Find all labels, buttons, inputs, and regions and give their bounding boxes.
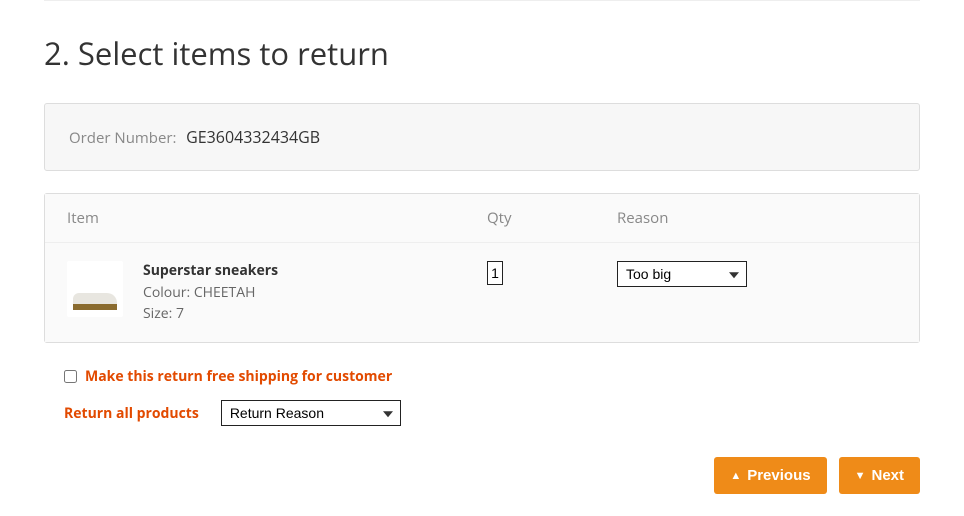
free-shipping-label: Make this return free shipping for custo… <box>85 367 392 386</box>
col-header-qty: Qty <box>487 208 617 228</box>
sneaker-icon <box>73 293 117 313</box>
table-row: Superstar sneakers Colour: CHEETAH Size:… <box>45 243 919 342</box>
controls-section: Make this return free shipping for custo… <box>44 361 920 446</box>
free-shipping-checkbox[interactable] <box>64 370 77 383</box>
previous-label: Previous <box>747 467 810 484</box>
reason-select[interactable]: Too big <box>617 261 747 287</box>
order-number-value: GE3604332434GB <box>186 126 320 148</box>
return-all-label: Return all products <box>64 404 199 423</box>
colour-label: Colour: <box>143 283 190 302</box>
size-label: Size: <box>143 304 172 323</box>
order-panel: Order Number: GE3604332434GB <box>44 103 920 171</box>
triangle-up-icon: ▲ <box>730 470 741 482</box>
triangle-down-icon: ▼ <box>855 470 866 482</box>
table-header: Item Qty Reason <box>45 194 919 243</box>
col-header-item: Item <box>67 208 487 228</box>
product-name: Superstar sneakers <box>143 261 487 280</box>
next-button[interactable]: ▼ Next <box>839 457 920 494</box>
step-title: 2. Select items to return <box>44 33 920 75</box>
qty-input[interactable] <box>487 261 503 285</box>
col-header-reason: Reason <box>617 208 897 228</box>
items-table: Item Qty Reason Superstar sneakers Colou… <box>44 193 920 343</box>
product-thumbnail <box>67 261 123 317</box>
colour-value: CHEETAH <box>194 283 256 302</box>
product-info: Superstar sneakers Colour: CHEETAH Size:… <box>143 261 487 324</box>
nav-buttons: ▲ Previous ▼ Next <box>714 457 920 494</box>
next-label: Next <box>871 467 904 484</box>
previous-button[interactable]: ▲ Previous <box>714 457 826 494</box>
size-value: 7 <box>176 304 184 323</box>
return-all-select[interactable]: Return Reason <box>221 400 401 426</box>
order-number-label: Order Number: <box>69 128 176 148</box>
